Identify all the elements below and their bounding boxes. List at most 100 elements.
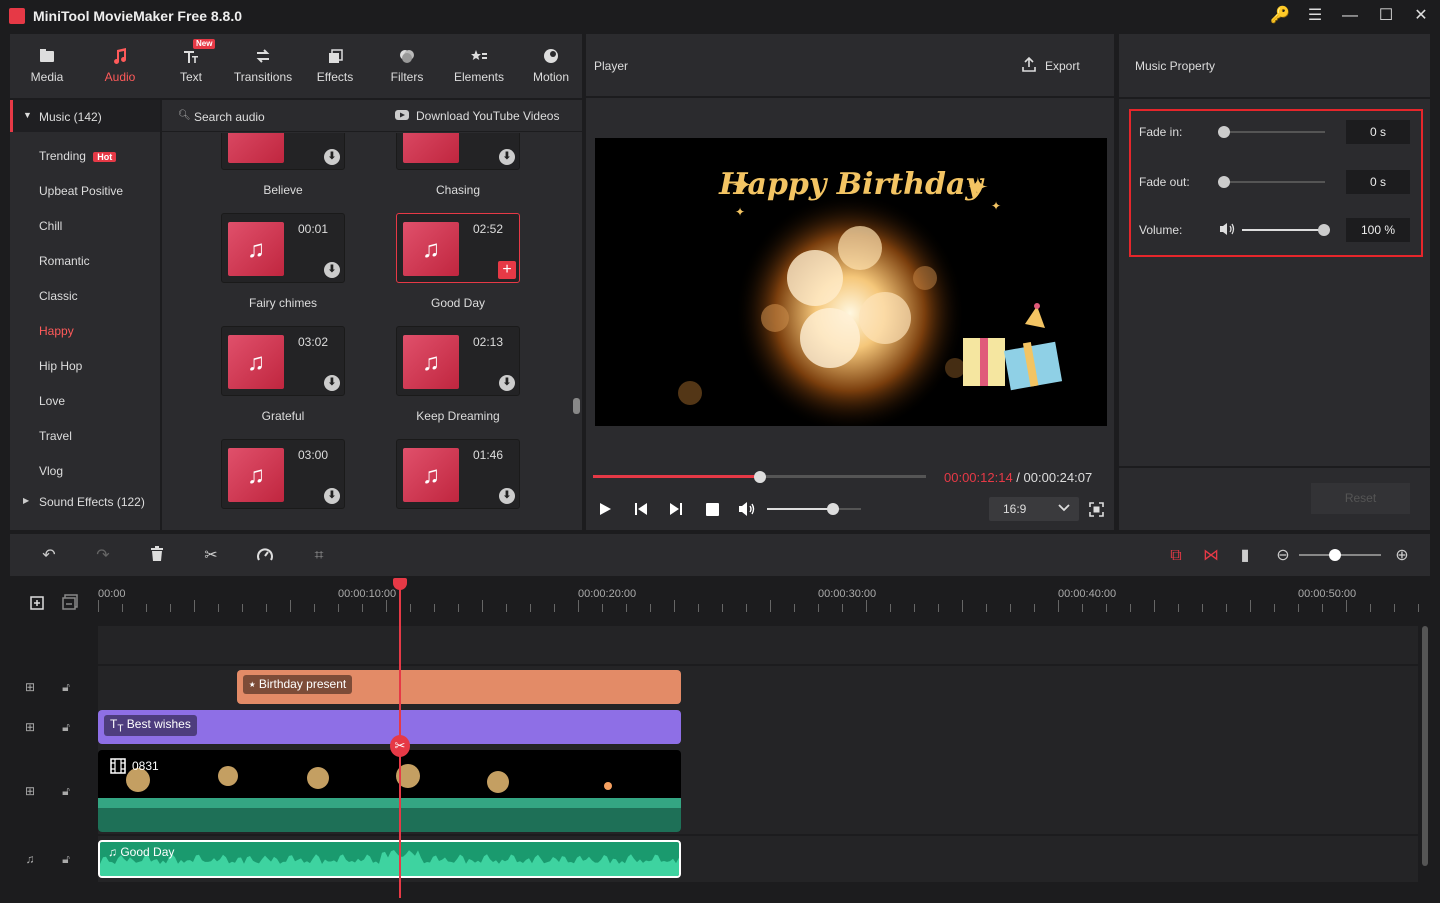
tab-effects[interactable]: Effects (301, 34, 369, 98)
download-icon[interactable]: ⬇ (324, 149, 340, 165)
tab-filters-label: Filters (390, 70, 424, 84)
lock-icon[interactable]: 🔓︎ (58, 851, 74, 867)
music-category-header[interactable]: ▼ Music (142) (10, 100, 160, 132)
zoom-knob[interactable] (1329, 549, 1341, 561)
next-frame-icon[interactable] (669, 502, 683, 516)
add-track-icon[interactable] (30, 594, 46, 610)
search-input[interactable]: Search audio (194, 110, 265, 124)
fade-in-slider[interactable] (1222, 131, 1325, 133)
ruler-tick (818, 604, 819, 612)
ruler-tick (98, 600, 99, 612)
tab-filters[interactable]: Filters (373, 34, 441, 98)
ruler-tick (1034, 604, 1035, 612)
previous-frame-icon[interactable] (634, 502, 648, 516)
download-youtube-link[interactable]: Download YouTube Videos (416, 109, 559, 123)
download-icon[interactable]: ⬇ (324, 488, 340, 504)
stop-icon[interactable] (706, 503, 719, 516)
add-to-timeline-icon[interactable]: + (498, 261, 516, 279)
download-icon[interactable]: ⬇ (499, 488, 515, 504)
music-card-grateful[interactable]: ♫ 03:02 ⬇ (221, 326, 345, 396)
property-volume-slider[interactable] (1242, 229, 1324, 231)
fade-out-value[interactable]: 0 s (1346, 170, 1410, 194)
fullscreen-icon[interactable] (1089, 502, 1104, 517)
speed-icon[interactable] (255, 546, 275, 566)
reset-button[interactable]: Reset (1311, 483, 1410, 514)
close-icon[interactable]: ✕ (1411, 6, 1431, 26)
music-thumbnail: ♫ (403, 222, 459, 276)
property-volume-knob[interactable] (1318, 224, 1330, 236)
delete-icon[interactable] (147, 546, 167, 566)
category-romantic[interactable]: Romantic (39, 254, 90, 268)
music-card-good-day[interactable]: ♫ 02:52 + (396, 213, 520, 283)
volume-knob[interactable] (826, 503, 839, 515)
minimize-icon[interactable]: — (1340, 6, 1360, 26)
lock-icon[interactable]: 🔓︎ (58, 783, 74, 799)
download-icon[interactable]: ⬇ (324, 262, 340, 278)
speaker-icon[interactable] (738, 501, 756, 517)
volume-label: Volume: (1139, 223, 1183, 237)
audio-track-icon[interactable]: ▮ (1235, 546, 1255, 566)
fade-in-value[interactable]: 0 s (1346, 120, 1410, 144)
download-icon[interactable]: ⬇ (324, 375, 340, 391)
music-card[interactable]: ♫ 03:00 ⬇ (221, 439, 345, 509)
sound-effects-category[interactable]: Sound Effects (122) (39, 495, 145, 509)
category-trending[interactable]: Trending Hot (39, 149, 117, 163)
playback-progress-knob[interactable] (753, 471, 766, 483)
category-vlog[interactable]: Vlog (39, 464, 63, 478)
fade-out-slider[interactable] (1222, 181, 1325, 183)
music-duration: 02:13 (472, 335, 503, 349)
category-love[interactable]: Love (39, 394, 65, 408)
audio-categories (10, 100, 160, 530)
property-volume-value[interactable]: 100 % (1346, 218, 1410, 242)
tab-text[interactable]: New Text (157, 34, 225, 98)
lock-icon[interactable]: 🔓︎ (58, 679, 74, 695)
category-chill[interactable]: Chill (39, 219, 62, 233)
zoom-out-icon[interactable]: ⊖ (1273, 546, 1293, 566)
play-icon[interactable] (598, 502, 612, 516)
music-card-fairy-chimes[interactable]: ♫ 00:01 ⬇ (221, 213, 345, 283)
category-travel[interactable]: Travel (39, 429, 72, 443)
zoom-in-icon[interactable]: ⊕ (1392, 546, 1412, 566)
split-icon[interactable]: ✂ (201, 546, 221, 566)
tab-media[interactable]: Media (13, 34, 81, 98)
lock-icon[interactable]: 🔓︎ (58, 719, 74, 735)
redo-icon[interactable]: ↷ (93, 546, 113, 566)
fade-out-knob[interactable] (1218, 176, 1230, 188)
music-card-chasing[interactable]: ⬇ (396, 133, 520, 170)
undo-icon[interactable]: ↶ (39, 546, 59, 566)
music-card-believe[interactable]: ⬇ (221, 133, 345, 170)
split-scissors-icon[interactable]: ✂ (390, 735, 410, 757)
aspect-ratio-select[interactable]: 16:9 (989, 497, 1079, 521)
maximize-icon[interactable]: ☐ (1376, 6, 1396, 26)
download-icon[interactable]: ⬇ (499, 149, 515, 165)
library-scrollbar[interactable] (573, 398, 580, 414)
tab-motion[interactable]: Motion (517, 34, 585, 98)
music-card[interactable]: ♫ 01:46 ⬇ (396, 439, 520, 509)
element-clip[interactable]: ⭑ Birthday present (237, 670, 681, 704)
category-hip-hop[interactable]: Hip Hop (39, 359, 82, 373)
tab-transitions[interactable]: Transitions (229, 34, 297, 98)
time-ruler[interactable]: 00:00 00:00:10:00 00:00:20:00 00:00:30:00 00… (98, 578, 1419, 614)
timeline-scrollbar[interactable] (1422, 626, 1428, 866)
download-icon[interactable]: ⬇ (499, 375, 515, 391)
export-button[interactable]: Export (1045, 59, 1080, 73)
category-happy[interactable]: Happy (39, 324, 74, 338)
category-classic[interactable]: Classic (39, 289, 78, 303)
hot-badge: Hot (93, 152, 117, 162)
text-clip[interactable]: TT Best wishes (98, 710, 681, 744)
menu-icon[interactable]: ☰ (1305, 6, 1325, 26)
fade-in-knob[interactable] (1218, 126, 1230, 138)
tab-elements[interactable]: Elements (445, 34, 513, 98)
key-icon[interactable]: 🔑 (1270, 6, 1290, 26)
audio-clip[interactable]: ♫ Good Day (98, 840, 681, 878)
remove-track-icon[interactable] (62, 594, 78, 610)
tab-audio[interactable]: Audio (86, 34, 154, 98)
snap-icon[interactable]: ⋈ (1201, 546, 1221, 566)
category-upbeat-positive[interactable]: Upbeat Positive (39, 184, 123, 198)
music-title: Grateful (261, 409, 305, 423)
video-clip[interactable]: 0831 (98, 750, 681, 832)
music-card-keep-dreaming[interactable]: ♫ 02:13 ⬇ (396, 326, 520, 396)
auto-fit-icon[interactable]: ⧉ (1166, 546, 1186, 566)
ruler-tick (578, 600, 579, 612)
crop-icon[interactable]: ⌗ (309, 546, 329, 566)
